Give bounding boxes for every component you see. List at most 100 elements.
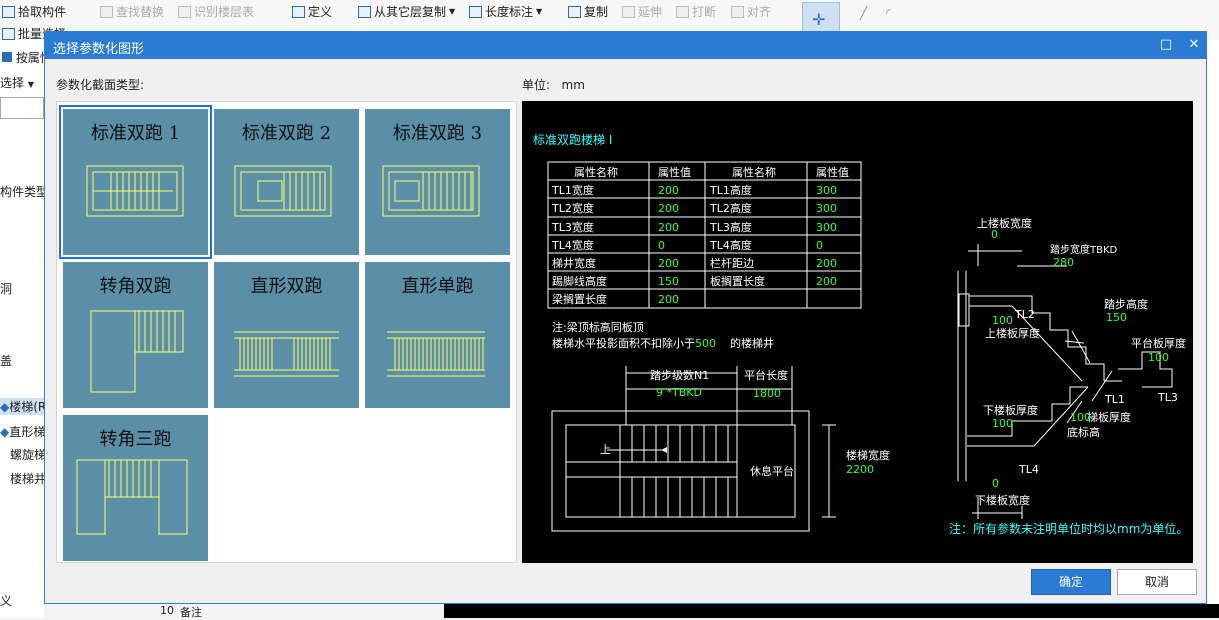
dimension-icon: [469, 5, 482, 18]
corner-double-thumbnail: [90, 310, 184, 393]
table-name-cell: TL4宽度: [551, 238, 594, 252]
select-dropdown[interactable]: 选择 ▼: [0, 74, 34, 91]
tread-width-label: 踏步宽度TBKD: [1050, 243, 1118, 256]
table-name-cell: 栏杆距边: [710, 256, 754, 270]
dropdown-arrow-icon: ▼: [536, 7, 543, 16]
close-icon[interactable]: ✕: [1186, 37, 1202, 53]
extend-button[interactable]: 延伸: [622, 3, 662, 20]
attr-icon: [2, 52, 12, 62]
table-value-cell: 300: [816, 202, 837, 215]
tree-item-spiral-stair[interactable]: 螺旋梯: [10, 446, 46, 463]
tree-item-stair-well[interactable]: 楼梯井: [10, 470, 46, 487]
preview-footnote: 注：所有参数未注明单位时均以mm为单位。: [949, 522, 1189, 536]
top-slab-width-label: 上楼板宽度: [977, 216, 1032, 230]
table-name-cell: TL2高度: [709, 201, 752, 215]
step-count-value: 9 *TBKD: [656, 386, 702, 399]
bottom-slab-width-value: 0: [992, 477, 999, 490]
tree-item-straight-stair[interactable]: ◆直形梯: [0, 423, 45, 440]
shape-standard-double-1[interactable]: 标准双跑 1: [59, 105, 212, 259]
shape-preview-canvas: 标准双跑楼梯 I 属性名称 属性值 属性名称 属性值 TL1宽度 200 TL1高度 300 T…: [522, 101, 1193, 563]
define-icon: [292, 5, 305, 18]
length-mark-button[interactable]: 长度标注 ▼: [469, 3, 542, 20]
find-replace-button[interactable]: 查找替换: [100, 3, 164, 20]
select-parametric-shape-dialog: 选择参数化图形 □ ✕ 参数化截面类型: 单位: mm 标准双跑 1 标准双跑 …: [44, 31, 1207, 604]
table-value-cell: 200: [816, 257, 837, 270]
tl4-label: TL4: [1018, 463, 1039, 476]
break-icon: [676, 5, 689, 18]
identify-floor-button[interactable]: 识别楼层表: [178, 3, 254, 20]
copy-from-floor-button[interactable]: 从其它层复制 ▼: [358, 3, 455, 20]
slab-thickness-label: 梯板厚度: [1087, 410, 1131, 424]
slab-thickness-value: 100: [1070, 411, 1091, 424]
bottom-label: 义: [0, 594, 13, 608]
arc-tool-button[interactable]: ◜: [886, 6, 891, 20]
maximize-icon[interactable]: □: [1158, 37, 1174, 53]
corner-triple-thumbnail: [76, 459, 188, 535]
note-area: 楼梯水平投影面积不扣除小于500 的楼梯井: [552, 336, 774, 350]
cancel-button[interactable]: 取消: [1117, 569, 1197, 595]
double-run-3-thumbnail: [382, 165, 480, 217]
table-value-cell: 300: [816, 184, 837, 197]
shape-straight-double[interactable]: 直形双跑: [214, 262, 359, 408]
shape-corner-triple[interactable]: 转角三跑: [63, 415, 208, 561]
platform-length-label: 平台长度: [744, 368, 788, 382]
top-slab-thickness-label: 上楼板厚度: [985, 326, 1040, 340]
dropdown-arrow-icon: ▼: [449, 7, 456, 16]
stair-width-label: 楼梯宽度: [846, 448, 890, 462]
bottom-elevation-label: 底标高: [1067, 425, 1100, 439]
shape-standard-double-3[interactable]: 标准双跑 3: [365, 109, 510, 255]
align-button[interactable]: 对齐: [731, 3, 771, 20]
unit-label: 单位: mm: [522, 78, 585, 92]
break-button[interactable]: 打断: [676, 3, 716, 20]
shape-grid: 标准双跑 1 标准双跑 2 标准双跑 3 转角双跑 直形双跑 直形单跑 转角三跑: [56, 101, 517, 563]
pick-icon: [2, 5, 15, 18]
line-tool-button[interactable]: ╱: [860, 6, 867, 20]
stair-type-icon: ◆: [0, 425, 10, 439]
top-slab-width-value: 0: [991, 228, 998, 241]
table-header-cell: 属性名称: [732, 165, 776, 179]
define-button[interactable]: 定义: [292, 3, 332, 20]
stair-drawing: 属性名称 属性值 属性名称 属性值 TL1宽度 200 TL1高度 300 TL2宽度 200 TL…: [547, 161, 1186, 532]
extend-icon: [622, 5, 635, 18]
shape-corner-double[interactable]: 转角双跑: [63, 262, 208, 408]
search-input[interactable]: [0, 97, 44, 119]
up-arrow-icon: [661, 447, 667, 453]
tree-item-hole[interactable]: 洞: [0, 280, 12, 297]
table-header-cell: 属性名称: [574, 165, 618, 179]
copy-button[interactable]: 复制: [568, 3, 608, 20]
dialog-titlebar: 选择参数化图形 □ ✕: [45, 32, 1206, 59]
tread-width-value: 280: [1053, 256, 1074, 269]
dialog-title: 选择参数化图形: [53, 42, 145, 57]
canvas-area[interactable]: [444, 604, 1219, 618]
properties-row: 10 备注: [44, 604, 1219, 619]
straight-double-thumbnail: [234, 331, 339, 377]
shape-straight-single[interactable]: 直形单跑: [365, 262, 510, 408]
left-panel: 按属性 选择 ▼ 构件类型 洞 盖 ◆楼梯(R ◆直形梯 螺旋梯 楼梯井 义: [0, 40, 52, 618]
table-name-cell: TL1宽度: [551, 183, 594, 197]
align-icon: [731, 5, 744, 18]
pick-component-button[interactable]: 拾取构件: [2, 3, 66, 20]
dropdown-arrow-icon: ▼: [27, 80, 34, 89]
table-value-cell: 0: [658, 239, 665, 252]
top-slab-thickness-value: 100: [992, 314, 1013, 327]
platform-thickness-label: 平台板厚度: [1131, 336, 1186, 350]
ok-button[interactable]: 确定: [1031, 569, 1111, 595]
dimension-leaders: [1064, 330, 1113, 424]
row-number: 10: [160, 604, 174, 617]
copy-icon: [568, 5, 581, 18]
stair-width-value: 2200: [846, 463, 874, 476]
shape-standard-double-2[interactable]: 标准双跑 2: [214, 109, 359, 255]
bottom-slab-thickness-label: 下楼板厚度: [983, 403, 1038, 417]
table-value-cell: 200: [658, 202, 679, 215]
table-value-cell: 200: [658, 184, 679, 197]
tree-item-stair[interactable]: ◆楼梯(R: [0, 398, 46, 415]
copy-floor-icon: [358, 5, 371, 18]
double-run-2-thumbnail: [234, 165, 332, 217]
stair-icon: ◆: [0, 400, 10, 414]
table-name-cell: 梯井宽度: [552, 256, 596, 270]
double-run-1-thumbnail: [86, 165, 184, 217]
up-label: 上: [600, 443, 611, 456]
table-icon: [178, 5, 191, 18]
table-name-cell: 梁搁置长度: [552, 292, 607, 306]
tree-item-cover[interactable]: 盖: [0, 352, 12, 369]
